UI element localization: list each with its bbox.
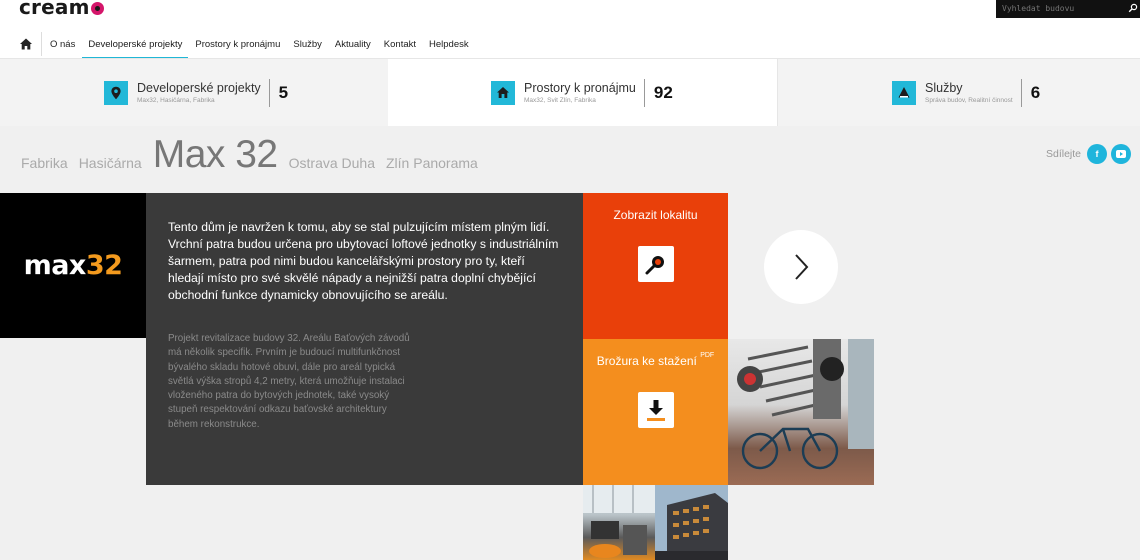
share-label: Sdílejte [1046,148,1082,160]
nav-item-kontakt[interactable]: Kontakt [384,31,416,58]
logo-word: max [23,250,87,281]
nav-item-developerske-projekty[interactable]: Developerské projekty [82,31,189,59]
share-bar: Sdílejte f [1046,144,1135,164]
download-brochure-tile[interactable]: Brožura ke stažení PDF [583,339,728,485]
project-tab-max32[interactable]: Max 32 [153,133,278,177]
stat-subtitle: Max32, Svit Zlín, Fabrika [524,97,596,104]
search-input[interactable] [1002,4,1128,13]
main-nav: O nás Developerské projekty Prostory k p… [19,30,482,59]
header: cream O nás Developerské projekty Prosto… [0,0,1140,59]
stats-bar: Developerské projekty Max32, Hasičárna, … [0,58,1140,126]
stat-title: Prostory k pronájmu [524,81,636,95]
stat-divider [643,78,645,107]
pdf-badge: PDF [700,352,715,359]
nav-separator [41,32,42,56]
stat-count: 92 [653,82,673,102]
nav-item-sluzby[interactable]: Služby [293,31,322,58]
logo-text: cream [19,0,90,19]
stat-subtitle: Max32, Hasičárna, Fabrika [137,97,215,104]
interior-photo[interactable] [583,485,655,560]
next-project-button[interactable] [764,230,838,304]
project-description: Tento dům je navržen k tomu, aby se stal… [146,193,583,485]
stat-text: Služby Správa budov, Realitní činnost [925,81,1013,104]
location-pin-icon [104,80,128,105]
description-body: Projekt revitalizace budovy 32. Areálu B… [168,333,410,430]
stat-sluzby[interactable]: Služby Správa budov, Realitní činnost 6 [777,59,1140,126]
project-tab-hasicarna[interactable]: Hasičárna [79,155,142,177]
nav-item-o-nas[interactable]: O nás [50,31,75,58]
project-logo-tile: max32 [0,193,146,338]
project-tab-fabrika[interactable]: Fabrika [21,155,68,177]
stat-title: Služby [925,81,963,95]
stat-count: 5 [278,82,289,102]
nav-item-prostory-k-pronajmu[interactable]: Prostory k pronájmu [195,31,280,58]
stat-divider [1020,78,1022,107]
project-tab-zlin-panorama[interactable]: Zlín Panorama [386,155,478,177]
description-lead: Tento dům je navržen k tomu, aby se stal… [168,220,559,302]
project-tab-ostrava-duha[interactable]: Ostrava Duha [289,155,375,177]
staircase-photo[interactable] [728,339,874,485]
search-icon[interactable] [1128,3,1138,13]
max32-logo: max32 [24,250,123,281]
home-icon[interactable] [19,37,33,51]
house-icon [491,80,515,105]
facebook-icon[interactable]: f [1087,144,1108,164]
chevron-right-icon [795,254,809,280]
logo-number: 32 [85,250,123,281]
stat-divider [268,78,270,107]
stat-developerske-projekty[interactable]: Developerské projekty Max32, Hasičárna, … [0,59,388,126]
stat-text: Prostory k pronájmu Max32, Svit Zlín, Fa… [524,81,636,104]
download-icon [637,392,674,428]
nav-item-aktuality[interactable]: Aktuality [335,31,371,58]
cream-logo[interactable]: cream [19,0,104,19]
person-icon [892,80,916,105]
brochure-label-text: Brožura ke stažení [596,354,697,368]
search-box [996,0,1140,18]
magnifier-icon [637,246,674,282]
download-brochure-label: Brožura ke stažení PDF [583,352,728,368]
show-location-tile[interactable]: Zobrazit lokalitu [583,193,728,339]
logo-dot-icon [90,1,104,15]
nav-item-helpdesk[interactable]: Helpdesk [429,31,469,58]
stat-text: Developerské projekty Max32, Hasičárna, … [137,81,261,104]
stat-prostory-k-pronajmu[interactable]: Prostory k pronájmu Max32, Svit Zlín, Fa… [388,59,777,126]
building-photo[interactable] [655,485,728,560]
stat-title: Developerské projekty [137,81,261,95]
project-tabs: Fabrika Hasičárna Max 32 Ostrava Duha Zl… [21,133,489,177]
show-location-label: Zobrazit lokalitu [613,208,698,222]
youtube-icon[interactable] [1111,144,1132,164]
stat-count: 6 [1030,82,1041,102]
stat-subtitle: Správa budov, Realitní činnost [925,97,1013,104]
